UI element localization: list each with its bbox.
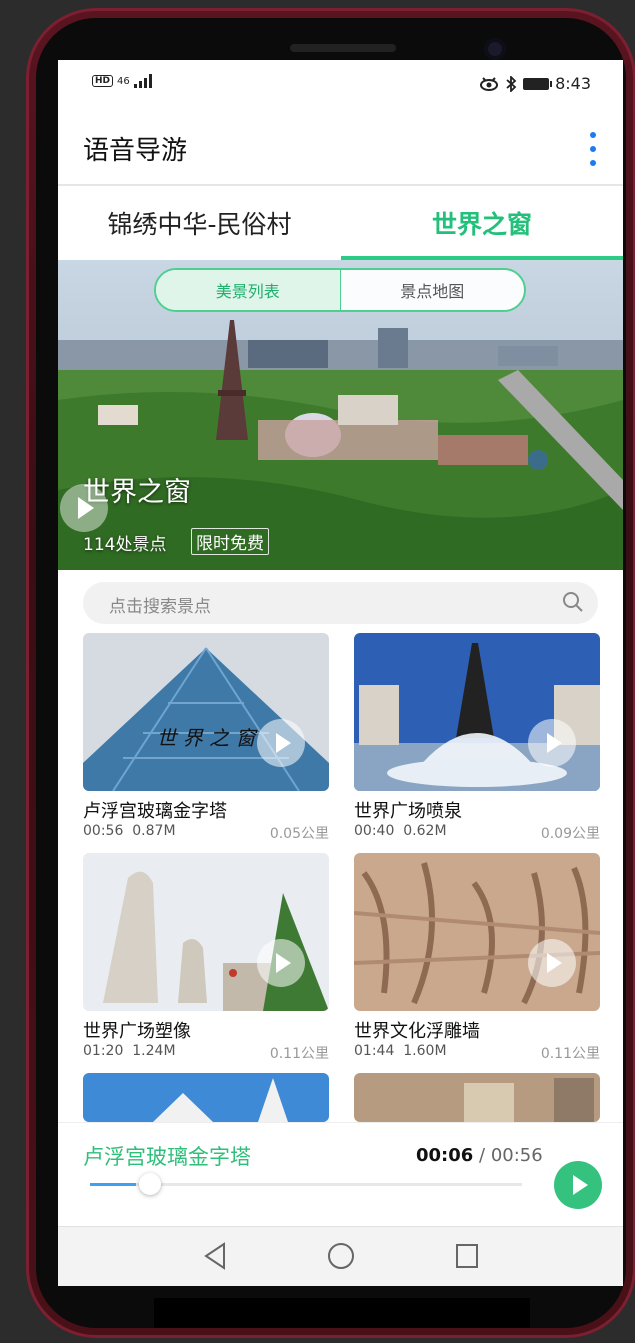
home-icon[interactable] [326,1241,356,1271]
spot-distance: 0.05公里 [269,826,329,842]
hd-icon: HD [92,75,114,87]
toggle-scenic-map[interactable]: 景点地图 [341,270,525,310]
eye-comfort-icon [480,76,499,91]
audio-player: 卢浮宫玻璃金字塔 00:06 / 00:56 [58,1122,623,1227]
spot-thumbnail [354,853,600,1011]
spot-thumbnail [83,853,329,1011]
free-badge: 限时免费 [191,528,269,555]
app-screen: HD 46 8:43 语音导游 锦绣中华-民俗村 世界之窗 美景列表 景点地图 … [58,60,623,1286]
now-playing-title: 卢浮宫玻璃金字塔 [83,1145,251,1169]
front-camera [484,38,506,60]
status-right: 8:43 [479,74,591,93]
park-banner[interactable]: 美景列表 景点地图 世界之窗 114处景点 限时免费 [58,260,623,570]
spot-distance: 0.09公里 [540,826,600,842]
tab-window-of-world[interactable]: 世界之窗 [341,186,623,260]
tab-bar: 锦绣中华-民俗村 世界之窗 [58,186,623,260]
spot-thumbnail [354,633,600,791]
play-button[interactable] [554,1161,602,1209]
bluetooth-icon [506,75,517,92]
play-icon[interactable] [528,939,576,987]
spot-card[interactable]: 世界广场喷泉 00:40 0.62M 0.09公里 [354,633,600,842]
status-bar: HD 46 8:43 [58,60,623,112]
spot-card[interactable]: 世 界 之 窗 卢浮宫玻璃金字塔 00:56 0.87M 0.05公里 [83,633,329,842]
tab-minsu-village[interactable]: 锦绣中华-民俗村 [58,186,341,260]
progress-handle[interactable] [139,1173,162,1195]
app-bar: 语音导游 [58,112,623,186]
banner-play-icon[interactable] [58,482,110,534]
spot-thumbnail [354,1073,600,1122]
signal-icon [133,74,152,88]
play-icon[interactable] [528,719,576,767]
clock: 8:43 [555,74,591,93]
phone-speaker [290,44,396,52]
play-icon[interactable] [257,939,305,987]
recents-icon[interactable] [454,1241,480,1271]
svg-text:世 界 之 窗: 世 界 之 窗 [156,726,258,750]
spot-name: 世界广场喷泉 [354,801,462,822]
spot-card[interactable] [83,1073,329,1122]
search-placeholder: 点击搜索景点 [109,597,211,617]
page-title: 语音导游 [83,136,188,166]
network-type: 46 [117,75,130,87]
spot-name: 世界广场塑像 [83,1021,191,1042]
progress-fill [90,1183,137,1186]
status-left: HD 46 [92,74,152,88]
more-menu-icon[interactable] [589,132,597,166]
system-nav-bar [58,1226,623,1286]
battery-icon [523,77,553,90]
spot-distance: 0.11公里 [540,1046,600,1062]
toggle-scenic-list[interactable]: 美景列表 [156,270,341,310]
back-icon[interactable] [202,1241,228,1271]
spot-thumbnail [83,1073,329,1122]
spot-name: 世界文化浮雕墙 [354,1021,480,1042]
spot-meta: 01:44 1.60M [354,1043,447,1059]
spot-card[interactable]: 世界文化浮雕墙 01:44 1.60M 0.11公里 [354,853,600,1062]
spot-meta: 01:20 1.24M [83,1043,176,1059]
spot-distance: 0.11公里 [269,1046,329,1062]
spot-card[interactable] [354,1073,600,1122]
playback-time: 00:06 / 00:56 [416,1145,543,1166]
search-icon[interactable] [562,591,584,613]
spot-card[interactable]: 世界广场塑像 01:20 1.24M 0.11公里 [83,853,329,1062]
spot-meta: 00:40 0.62M [354,823,447,839]
spot-thumbnail: 世 界 之 窗 [83,633,329,791]
spot-meta: 00:56 0.87M [83,823,176,839]
phone-chin [154,1298,530,1328]
spot-name: 卢浮宫玻璃金字塔 [83,801,227,822]
view-toggle: 美景列表 景点地图 [154,268,526,312]
search-input[interactable]: 点击搜索景点 [83,582,598,624]
play-icon[interactable] [257,719,305,767]
